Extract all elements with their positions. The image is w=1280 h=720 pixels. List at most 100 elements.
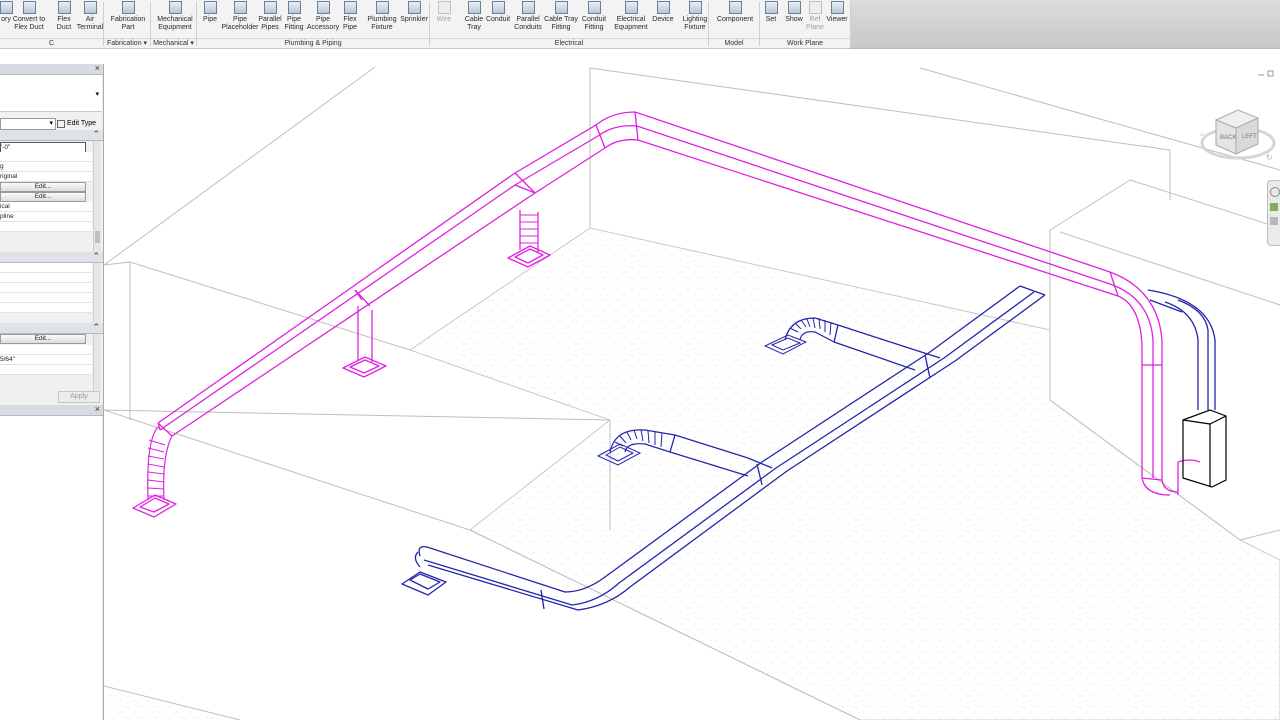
mechanical-equipment-button[interactable]: Mechanical Equipment: [153, 0, 197, 38]
panel-model[interactable]: Model: [709, 38, 759, 49]
edit-button[interactable]: Edit...: [0, 182, 86, 192]
edit-type-label: Edit Type: [67, 120, 97, 127]
fabrication-part-button[interactable]: Fabrication Part: [110, 0, 146, 38]
ory-icon: [0, 1, 13, 14]
pan-icon[interactable]: [1270, 217, 1278, 225]
close-icon[interactable]: ×: [95, 404, 100, 414]
device-button[interactable]: Device: [652, 0, 674, 38]
show-work-plane-icon: [787, 1, 801, 14]
panel-separator: [850, 2, 851, 46]
home-icon[interactable]: ⌂: [1200, 131, 1204, 138]
prop-row: pline: [0, 212, 92, 222]
mechanical-equipment-label: Mechanical Equipment: [157, 16, 193, 31]
conduit-label: Conduit: [485, 16, 511, 23]
panel-plumbing-piping[interactable]: Plumbing & Piping: [197, 38, 429, 49]
cable-tray-fitting-icon: [554, 1, 568, 14]
chevron-down-icon: ▾: [95, 91, 99, 98]
air-terminal-icon: [83, 1, 97, 14]
pipe-button[interactable]: Pipe: [201, 0, 219, 38]
edit-type-button[interactable]: Edit Type: [57, 118, 101, 129]
parallel-conduits-icon: [521, 1, 535, 14]
panel-fabrication[interactable]: Fabrication ▾: [104, 38, 150, 49]
convert-to-flex-duct-button[interactable]: Convert to Flex Duct: [12, 0, 46, 38]
collapse-icon: ⌃: [92, 322, 100, 332]
component-button[interactable]: Component: [716, 0, 754, 38]
set-work-plane-label: Set: [765, 16, 777, 23]
prop-row: [0, 283, 92, 293]
apply-button[interactable]: Apply: [58, 391, 100, 403]
viewcube-face-label: BACK: [1220, 135, 1236, 141]
close-icon[interactable]: ×: [95, 63, 100, 73]
edit-button[interactable]: Edit...: [0, 334, 86, 344]
rotate-icon[interactable]: ↻: [1266, 153, 1273, 162]
pipe-fitting-button[interactable]: Pipe Fitting: [284, 0, 304, 38]
cable-tray-fitting-label: Cable Tray Fitting: [544, 16, 578, 31]
pipe-accessory-button[interactable]: Pipe Accessory: [307, 0, 339, 38]
panel-work-plane[interactable]: Work Plane: [760, 38, 850, 49]
instance-filter[interactable]: ▾: [0, 118, 56, 130]
convert-to-flex-duct-label: Convert to Flex Duct: [12, 16, 46, 31]
viewer-label: Viewer: [826, 16, 848, 23]
scroll-thumb[interactable]: [95, 231, 100, 243]
ory-label: ory: [1, 16, 11, 23]
conduit-icon: [491, 1, 505, 14]
3d-view-canvas[interactable]: BACK LEFT ⌂ ↻: [104, 64, 1280, 720]
edit-type-icon: [57, 119, 65, 128]
steering-wheel-icon[interactable]: [1270, 187, 1280, 197]
building-geometry: [104, 66, 1280, 720]
properties-scrollbar[interactable]: [93, 141, 101, 391]
prop-row: ical: [0, 202, 92, 212]
sprinkler-button[interactable]: Sprinkler: [400, 0, 428, 38]
show-work-plane-button[interactable]: Show: [784, 0, 804, 38]
ref-plane-button[interactable]: Ref Plane: [806, 0, 824, 38]
parallel-conduits-button[interactable]: Parallel Conduits: [513, 0, 543, 38]
pipe-accessory-icon: [316, 1, 330, 14]
electrical-equipment-button[interactable]: Electrical Equipment: [612, 0, 650, 38]
parallel-pipes-label: Parallel Pipes: [258, 16, 282, 31]
properties-header: ×: [0, 63, 103, 75]
component-icon: [728, 1, 742, 14]
prop-row: [0, 263, 92, 273]
project-browser[interactable]: [0, 416, 102, 720]
panel-hvac[interactable]: C: [0, 38, 103, 49]
group-header-identity[interactable]: ⌃: [0, 322, 103, 334]
lighting-fixture-button[interactable]: Lighting Fixture: [680, 0, 710, 38]
panel-mechanical[interactable]: Mechanical ▾: [151, 38, 196, 49]
viewer-button[interactable]: Viewer: [826, 0, 848, 38]
wire-button[interactable]: Wire: [434, 0, 454, 38]
parallel-conduits-label: Parallel Conduits: [514, 16, 542, 31]
set-work-plane-button[interactable]: Set: [764, 0, 778, 38]
viewcube[interactable]: BACK LEFT ⌂ ↻: [1200, 109, 1276, 162]
cable-tray-button[interactable]: Cable Tray: [463, 0, 485, 38]
cable-tray-fitting-button[interactable]: Cable Tray Fitting: [544, 0, 578, 38]
conduit-button[interactable]: Conduit: [486, 0, 510, 38]
zoom-icon[interactable]: [1270, 203, 1278, 211]
type-selector[interactable]: ▾: [0, 75, 102, 112]
pipe-placeholder-button[interactable]: Pipe Placeholder: [222, 0, 258, 38]
pipe-fitting-label: Pipe Fitting: [284, 16, 304, 31]
sprinkler-label: Sprinkler: [400, 16, 428, 23]
flex-pipe-button[interactable]: Flex Pipe: [341, 0, 359, 38]
air-terminal-label: Air Terminal: [76, 16, 104, 31]
device-icon: [656, 1, 670, 14]
group-header-constraints[interactable]: ⌃: [0, 129, 103, 141]
group-header-mechanical[interactable]: ⌃: [0, 251, 103, 263]
wire-icon: [437, 1, 451, 14]
sprinkler-icon: [407, 1, 421, 14]
pipe-accessory-label: Pipe Accessory: [306, 16, 340, 31]
air-terminal-button[interactable]: Air Terminal: [76, 0, 104, 38]
ory-button[interactable]: ory: [0, 0, 13, 38]
conduit-fitting-button[interactable]: Conduit Fitting: [578, 0, 610, 38]
viewcube-side-label: LEFT: [1242, 134, 1257, 140]
parallel-pipes-button[interactable]: Parallel Pipes: [258, 0, 282, 38]
panel-electrical[interactable]: Electrical: [430, 38, 708, 49]
mechanical-equipment-unit: [1182, 409, 1227, 488]
collapse-icon: ⌃: [92, 129, 100, 139]
flex-duct-button[interactable]: Flex Duct: [55, 0, 73, 38]
navigation-bar[interactable]: [1267, 180, 1280, 246]
edit-button[interactable]: Edit...: [0, 192, 86, 202]
device-label: Device: [652, 16, 674, 23]
flex-duct-label: Flex Duct: [56, 16, 72, 31]
prop-row: [0, 345, 92, 355]
plumbing-fixture-button[interactable]: Plumbing Fixture: [367, 0, 397, 38]
